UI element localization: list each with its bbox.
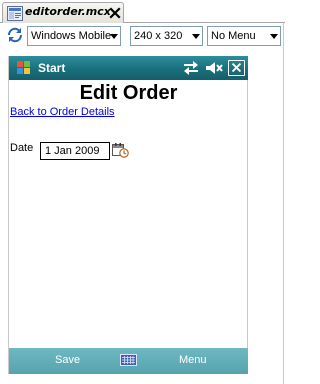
editor-tab-editorder[interactable]: editorder.mcx bbox=[2, 2, 124, 23]
connectivity-icon[interactable] bbox=[182, 60, 200, 76]
date-label: Date bbox=[10, 142, 34, 154]
start-label[interactable]: Start bbox=[38, 61, 65, 75]
chevron-down-icon bbox=[110, 34, 118, 39]
date-field[interactable]: 1 Jan 2009 bbox=[40, 142, 110, 160]
save-softkey[interactable]: Save bbox=[55, 354, 80, 366]
menu-softkey[interactable]: Menu bbox=[179, 354, 207, 366]
menu-select[interactable]: No Menu bbox=[207, 26, 281, 46]
file-icon bbox=[7, 6, 23, 21]
editor-tab-strip: editorder.mcx bbox=[0, 0, 285, 23]
menu-select-value: No Menu bbox=[211, 30, 256, 42]
editor-tab-label: editorder.mcx bbox=[25, 5, 111, 18]
editor-border bbox=[283, 23, 284, 384]
soft-key-bar: Save Menu bbox=[9, 348, 248, 374]
screen-size-select-value: 240 x 320 bbox=[134, 30, 183, 42]
chevron-down-icon bbox=[270, 34, 278, 39]
calendar-icon[interactable] bbox=[112, 142, 129, 158]
keyboard-icon[interactable] bbox=[120, 354, 137, 366]
chevron-down-icon bbox=[192, 34, 200, 39]
refresh-icon[interactable] bbox=[6, 26, 24, 44]
page-title: Edit Order bbox=[79, 82, 178, 104]
device-title-bar: Start bbox=[9, 56, 248, 80]
close-icon[interactable] bbox=[109, 7, 121, 19]
platform-select[interactable]: Windows Mobile bbox=[27, 26, 121, 46]
windows-flag-icon[interactable] bbox=[17, 61, 31, 75]
device-screen: Start Edit Order Back to Order Details D… bbox=[8, 56, 248, 374]
screen-size-select[interactable]: 240 x 320 bbox=[130, 26, 203, 46]
close-box-icon[interactable] bbox=[228, 60, 245, 76]
back-to-order-details-link[interactable]: Back to Order Details bbox=[10, 106, 115, 118]
speaker-muted-icon[interactable] bbox=[205, 60, 223, 76]
platform-select-value: Windows Mobile bbox=[31, 30, 112, 42]
preview-toolbar: Windows Mobile 240 x 320 No Menu bbox=[0, 23, 285, 49]
